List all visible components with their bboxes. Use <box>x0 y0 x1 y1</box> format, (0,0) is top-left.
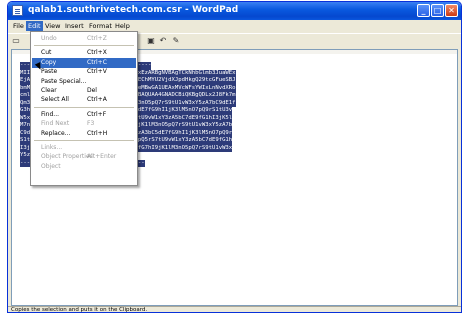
status-bar: Copies the selection and puts it on the … <box>8 306 461 313</box>
menu-format[interactable]: Format <box>87 21 114 31</box>
insert-object-icon[interactable]: ✎ <box>171 36 181 46</box>
title-bar[interactable]: qalab1.southrivetech.com.csr - WordPad _… <box>8 2 461 20</box>
print-preview-icon[interactable]: ▣ <box>146 36 156 46</box>
wordpad-app-icon[interactable] <box>12 5 23 16</box>
menu-item-object[interactable]: Object <box>32 162 136 172</box>
menu-view[interactable]: View <box>43 21 62 31</box>
menu-insert[interactable]: Insert <box>63 21 86 31</box>
menu-item-label: Object <box>41 162 61 170</box>
maximize-button[interactable]: □ <box>431 4 444 17</box>
menu-item-label: Select All <box>41 96 69 104</box>
window-title: qalab1.southrivetech.com.csr - WordPad <box>28 5 239 15</box>
menu-item-replace[interactable]: Replace... Ctrl+H <box>32 129 136 139</box>
close-button[interactable]: ✕ <box>445 4 458 17</box>
menu-item-select-all[interactable]: Select All Ctrl+A <box>32 95 136 105</box>
menu-item-label: Undo <box>41 35 57 42</box>
status-text: Copies the selection and puts it on the … <box>11 307 148 313</box>
menu-separator <box>34 106 134 108</box>
menu-help[interactable]: Help <box>113 21 132 31</box>
menu-item-shortcut: Ctrl+A <box>87 96 107 104</box>
edit-menu-dropdown: Undo Ctrl+Z Cut Ctrl+X Copy Ctrl+C Paste Ctrl+V… <box>30 31 138 186</box>
menu-item-undo[interactable]: Undo Ctrl+Z <box>32 34 136 44</box>
menu-separator <box>34 45 134 47</box>
menu-item-label: Replace... <box>41 129 71 137</box>
undo-icon[interactable]: ↶ <box>158 36 168 46</box>
menu-edit[interactable]: Edit <box>26 21 43 31</box>
menu-item-shortcut: Ctrl+Z <box>87 35 107 42</box>
menu-file[interactable]: File <box>11 21 26 31</box>
menu-separator <box>34 140 134 141</box>
minimize-button[interactable]: _ <box>417 4 430 17</box>
menu-item-shortcut: Ctrl+H <box>87 129 108 137</box>
new-icon[interactable]: ▭ <box>11 36 21 46</box>
